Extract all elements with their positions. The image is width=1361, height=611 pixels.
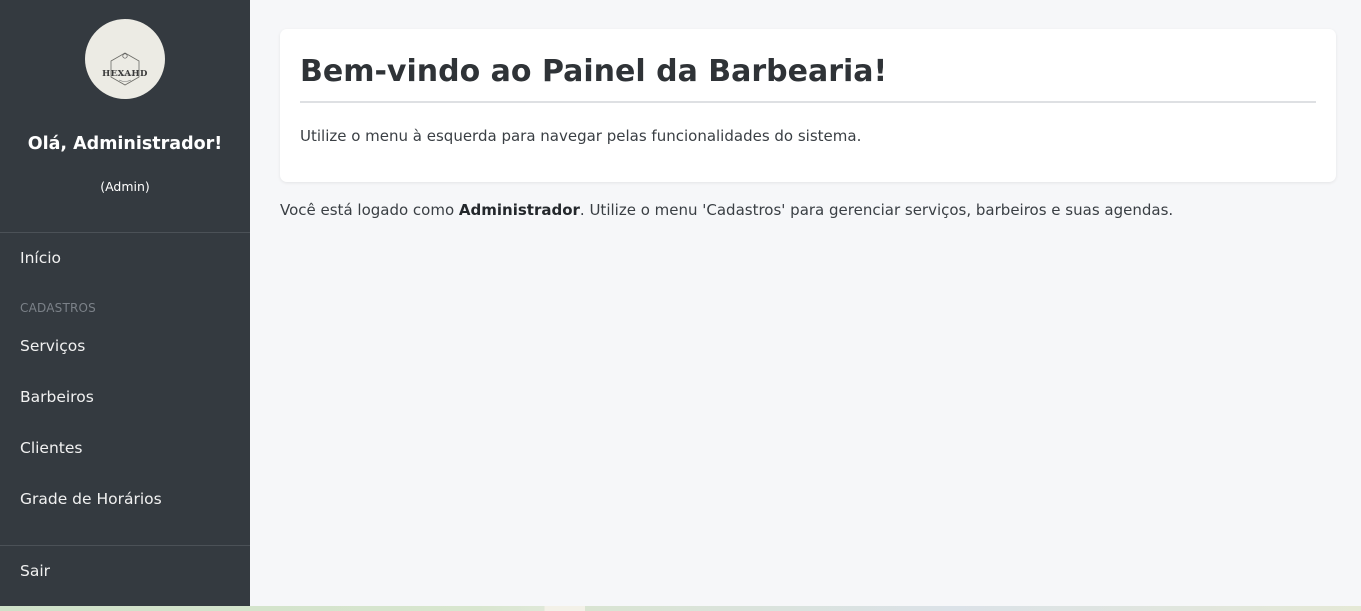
- logo-text: HEXAHD: [102, 69, 148, 79]
- user-role: (Admin): [100, 179, 150, 194]
- login-info-text: Você está logado como Administrador. Uti…: [280, 201, 1173, 219]
- welcome-card: Bem-vindo ao Painel da Barbearia! Utiliz…: [280, 29, 1336, 182]
- title-divider: [300, 101, 1316, 103]
- sidebar-item-inicio[interactable]: Início: [20, 249, 61, 267]
- sidebar-item-grade-horarios[interactable]: Grade de Horários: [20, 490, 162, 508]
- info-role: Administrador: [458, 201, 580, 219]
- sidebar-item-barbeiros[interactable]: Barbeiros: [20, 388, 94, 406]
- sidebar-divider-bottom: [0, 545, 250, 546]
- sidebar-item-clientes[interactable]: Clientes: [20, 439, 82, 457]
- page-title: Bem-vindo ao Painel da Barbearia!: [300, 54, 888, 89]
- sidebar-divider-top: [0, 232, 250, 233]
- welcome-text: Utilize o menu à esquerda para navegar p…: [300, 127, 862, 145]
- background-strip: [0, 606, 1361, 611]
- info-suffix: . Utilize o menu 'Cadastros' para gerenc…: [579, 201, 1174, 219]
- brand-logo: HEXAHD: [85, 19, 165, 99]
- logout-link[interactable]: Sair: [20, 562, 50, 580]
- user-greeting: Olá, Administrador!: [27, 134, 223, 154]
- info-prefix: Você está logado como: [280, 201, 459, 219]
- sidebar: HEXAHD Olá, Administrador! (Admin) Iníci…: [0, 0, 250, 606]
- sidebar-section-cadastros: CADASTROS: [20, 301, 96, 315]
- sidebar-item-servicos[interactable]: Serviços: [20, 337, 85, 355]
